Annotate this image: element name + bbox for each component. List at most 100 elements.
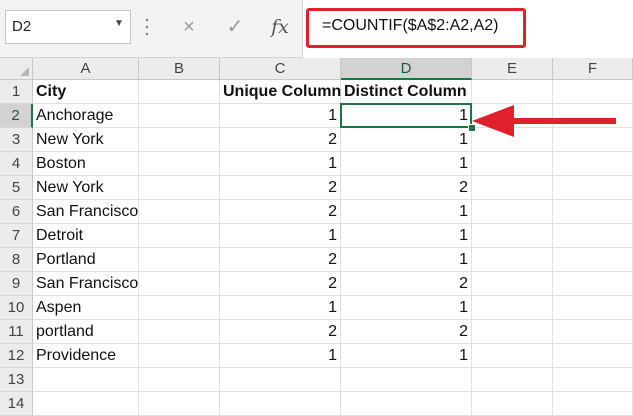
cell-b9[interactable] (139, 272, 220, 296)
row-header-11[interactable]: 11 (0, 320, 33, 344)
cell-a7[interactable]: Detroit (33, 224, 139, 248)
cell-c12[interactable]: 1 (220, 344, 341, 368)
cell-c4[interactable]: 1 (220, 152, 341, 176)
cell-a4[interactable]: Boston (33, 152, 139, 176)
row-header-4[interactable]: 4 (0, 152, 33, 176)
cell-b5[interactable] (139, 176, 220, 200)
cell-b3[interactable] (139, 128, 220, 152)
cell-c8[interactable]: 2 (220, 248, 341, 272)
cell-a11[interactable]: portland (33, 320, 139, 344)
cell-d4[interactable]: 1 (341, 152, 472, 176)
column-header-e[interactable]: E (472, 58, 553, 80)
cell-e11[interactable] (472, 320, 553, 344)
enter-icon[interactable]: ✓ (218, 12, 252, 42)
cell-d14[interactable] (341, 392, 472, 416)
cell-a12[interactable]: Providence (33, 344, 139, 368)
cell-f10[interactable] (553, 296, 633, 320)
row-header-12[interactable]: 12 (0, 344, 33, 368)
cell-d12[interactable]: 1 (341, 344, 472, 368)
cell-c9[interactable]: 2 (220, 272, 341, 296)
cell-d9[interactable]: 2 (341, 272, 472, 296)
cell-d11[interactable]: 2 (341, 320, 472, 344)
cell-b4[interactable] (139, 152, 220, 176)
cell-b8[interactable] (139, 248, 220, 272)
cell-a14[interactable] (33, 392, 139, 416)
cell-d8[interactable]: 1 (341, 248, 472, 272)
cell-a1[interactable]: City (33, 80, 139, 104)
column-header-f[interactable]: F (553, 58, 633, 80)
cell-f5[interactable] (553, 176, 633, 200)
cell-c5[interactable]: 2 (220, 176, 341, 200)
cell-e1[interactable] (472, 80, 553, 104)
cell-e4[interactable] (472, 152, 553, 176)
cell-b14[interactable] (139, 392, 220, 416)
row-header-10[interactable]: 10 (0, 296, 33, 320)
row-header-7[interactable]: 7 (0, 224, 33, 248)
cell-d13[interactable] (341, 368, 472, 392)
cell-e5[interactable] (472, 176, 553, 200)
row-header-5[interactable]: 5 (0, 176, 33, 200)
cell-f9[interactable] (553, 272, 633, 296)
cell-a9[interactable]: San Francisco (33, 272, 139, 296)
row-header-3[interactable]: 3 (0, 128, 33, 152)
cell-b1[interactable] (139, 80, 220, 104)
cell-f1[interactable] (553, 80, 633, 104)
cell-f11[interactable] (553, 320, 633, 344)
cell-c1[interactable]: Unique Column (220, 80, 341, 104)
cell-b10[interactable] (139, 296, 220, 320)
cell-e10[interactable] (472, 296, 553, 320)
cell-c13[interactable] (220, 368, 341, 392)
cancel-icon[interactable]: × (172, 12, 206, 42)
cell-d1[interactable]: Distinct Column (341, 80, 472, 104)
cell-f12[interactable] (553, 344, 633, 368)
cell-c6[interactable]: 2 (220, 200, 341, 224)
column-header-c[interactable]: C (220, 58, 341, 80)
cell-b2[interactable] (139, 104, 220, 128)
row-header-1[interactable]: 1 (0, 80, 33, 104)
cell-d7[interactable]: 1 (341, 224, 472, 248)
cell-a5[interactable]: New York (33, 176, 139, 200)
cell-a2[interactable]: Anchorage (33, 104, 139, 128)
cell-d5[interactable]: 2 (341, 176, 472, 200)
cell-f4[interactable] (553, 152, 633, 176)
cell-f7[interactable] (553, 224, 633, 248)
cell-d6[interactable]: 1 (341, 200, 472, 224)
cell-c3[interactable]: 2 (220, 128, 341, 152)
cell-b12[interactable] (139, 344, 220, 368)
chevron-down-icon[interactable]: ▼ (112, 14, 126, 34)
row-header-6[interactable]: 6 (0, 200, 33, 224)
insert-function-icon[interactable]: fx (263, 12, 297, 42)
cell-e8[interactable] (472, 248, 553, 272)
cell-c14[interactable] (220, 392, 341, 416)
cell-c10[interactable]: 1 (220, 296, 341, 320)
column-header-a[interactable]: A (33, 58, 139, 80)
cell-f8[interactable] (553, 248, 633, 272)
cell-f14[interactable] (553, 392, 633, 416)
cell-c7[interactable]: 1 (220, 224, 341, 248)
cell-a3[interactable]: New York (33, 128, 139, 152)
cell-e13[interactable] (472, 368, 553, 392)
cell-a10[interactable]: Aspen (33, 296, 139, 320)
row-header-9[interactable]: 9 (0, 272, 33, 296)
cell-c2[interactable]: 1 (220, 104, 341, 128)
cell-d2[interactable]: 1 (341, 104, 472, 128)
cell-f13[interactable] (553, 368, 633, 392)
select-all-button[interactable] (0, 58, 33, 80)
cell-e14[interactable] (472, 392, 553, 416)
cell-d3[interactable]: 1 (341, 128, 472, 152)
row-header-14[interactable]: 14 (0, 392, 33, 416)
cell-d10[interactable]: 1 (341, 296, 472, 320)
cell-e6[interactable] (472, 200, 553, 224)
cell-b11[interactable] (139, 320, 220, 344)
cell-a6[interactable]: San Francisco (33, 200, 139, 224)
cell-b6[interactable] (139, 200, 220, 224)
row-header-8[interactable]: 8 (0, 248, 33, 272)
cell-e9[interactable] (472, 272, 553, 296)
column-header-d[interactable]: D (341, 58, 472, 80)
vertical-dots-icon[interactable] (145, 17, 149, 37)
cell-c11[interactable]: 2 (220, 320, 341, 344)
column-header-b[interactable]: B (139, 58, 220, 80)
cell-e12[interactable] (472, 344, 553, 368)
cell-a8[interactable]: Portland (33, 248, 139, 272)
cell-e7[interactable] (472, 224, 553, 248)
